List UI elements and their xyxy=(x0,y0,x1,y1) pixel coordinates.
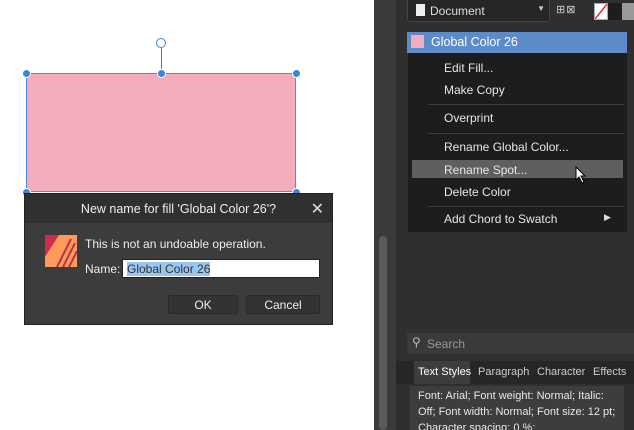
resize-handle-tr[interactable] xyxy=(292,69,301,78)
tab-bar: Text Styles Paragraph Character Effects xyxy=(396,361,634,384)
menu-item-rename-global-color[interactable]: Rename Global Color... xyxy=(444,140,569,154)
name-value: Global Color 26 xyxy=(127,262,211,276)
global-color-swatch-icon xyxy=(411,35,424,48)
name-label: Name: xyxy=(85,262,121,276)
gray-swatch[interactable] xyxy=(622,3,634,20)
menu-separator xyxy=(428,206,624,207)
tab-character[interactable]: Character xyxy=(537,366,585,378)
dropdown-label: Document xyxy=(430,4,485,18)
name-input[interactable]: Global Color 26 xyxy=(122,259,320,278)
tab-text-styles[interactable]: Text Styles xyxy=(418,366,471,378)
pink-rectangle[interactable] xyxy=(26,73,296,192)
menu-item-overprint[interactable]: Overprint xyxy=(444,111,493,125)
menu-separator xyxy=(428,133,624,134)
mouse-cursor-icon xyxy=(575,166,587,184)
menu-item-edit-fill[interactable]: Edit Fill... xyxy=(444,61,493,75)
resize-handle-tl[interactable] xyxy=(22,69,31,78)
menu-item-make-copy[interactable]: Make Copy xyxy=(444,83,505,97)
swatch-name: Global Color 26 xyxy=(431,35,518,49)
search-placeholder: Search xyxy=(427,337,466,351)
tab-effects[interactable]: Effects xyxy=(593,366,626,378)
tab-paragraph[interactable]: Paragraph xyxy=(478,366,529,378)
text-style-description: Font: Arial; Font weight: Normal; Italic… xyxy=(410,386,624,430)
submenu-arrow-icon: ▶ xyxy=(604,212,611,222)
chevron-down-icon: ▼ xyxy=(537,4,545,13)
none-swatch[interactable] xyxy=(594,3,608,20)
dialog-message: This is not an undoable operation. xyxy=(85,237,266,251)
swatch-tools-icons[interactable]: ⊞⊠ xyxy=(556,3,576,16)
scrollbar-thumb[interactable] xyxy=(379,236,387,430)
search-icon: ⚲ xyxy=(412,335,421,349)
ok-button[interactable]: OK xyxy=(168,295,238,314)
document-dropdown[interactable]: Document ▼ xyxy=(407,0,550,22)
document-icon xyxy=(416,4,425,16)
menu-item-delete-color[interactable]: Delete Color xyxy=(444,185,511,199)
app-logo-icon xyxy=(45,235,77,267)
rename-dialog: New name for fill 'Global Color 26'? ✕ T… xyxy=(24,193,333,325)
close-icon[interactable]: ✕ xyxy=(311,199,324,219)
black-swatch[interactable] xyxy=(608,3,622,20)
menu-item-add-chord[interactable]: Add Chord to Swatch xyxy=(444,212,557,226)
dialog-title: New name for fill 'Global Color 26'? xyxy=(25,194,332,223)
menu-separator xyxy=(428,104,624,105)
resize-handle-top[interactable] xyxy=(157,69,166,78)
rotation-handle[interactable] xyxy=(156,38,166,48)
cancel-button[interactable]: Cancel xyxy=(246,295,320,314)
menu-item-rename-spot[interactable]: Rename Spot... xyxy=(444,163,527,177)
search-input[interactable]: ⚲ Search xyxy=(407,333,634,354)
swatch-row-global-color-26[interactable]: Global Color 26 xyxy=(407,32,627,53)
